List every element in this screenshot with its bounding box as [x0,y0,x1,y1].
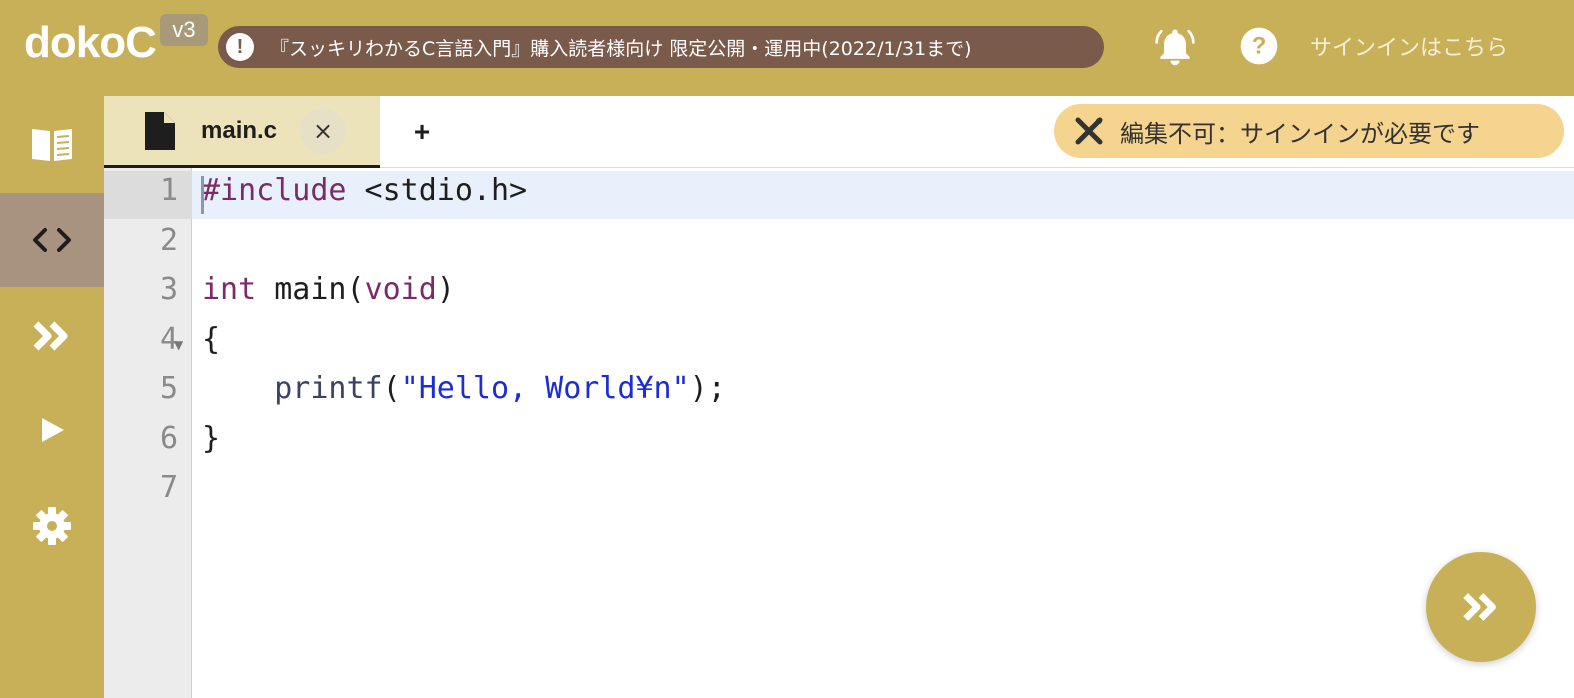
version-badge: v3 [160,14,208,46]
fold-marker-icon[interactable]: ▼ [174,338,183,352]
app-header: dokoC v3 ! 『スッキリわかるC言語入門』購入読者様向け 限定公開・運用… [0,0,1574,96]
gear-icon [33,507,71,545]
line-number: 6 [159,420,178,456]
code-editor[interactable]: 1 2 3 4 5 6 7 ▼ #include <stdio.h> int main(voi… [104,168,1574,698]
code-line: #include <stdio.h> [202,173,527,223]
code-token: int [202,272,257,307]
code-token: ( [382,371,401,406]
add-tab-button[interactable]: + [382,96,462,168]
sidebar-item-run[interactable] [0,383,104,477]
notice-banner[interactable]: ! 『スッキリわかるC言語入門』購入読者様向け 限定公開・運用中(2022/1/… [218,26,1104,68]
code-icon [33,228,71,252]
run-fab-button[interactable] [1426,552,1536,662]
tab-close-button[interactable]: × [300,108,346,154]
play-icon [42,418,64,442]
line-number: 4 [159,321,178,357]
bell-icon[interactable] [1153,24,1197,68]
readonly-badge: 編集不可：サインインが必要です [1054,104,1564,158]
signin-link[interactable]: サインインはこちら [1310,30,1508,62]
line-number: 2 [159,222,178,258]
sidebar-item-code[interactable] [0,193,104,287]
line-number: 5 [159,371,178,406]
tab-main-c[interactable]: main.c × [104,96,380,168]
notice-text: 『スッキリわかるC言語入門』購入読者様向け 限定公開・運用中(2022/1/31… [270,37,972,60]
file-icon [145,112,175,150]
line-number: 7 [159,470,178,505]
code-line: int main(void) [202,272,455,322]
readonly-text: 編集不可：サインインが必要です [1120,119,1480,148]
no-edit-icon [1075,117,1103,145]
app-logo[interactable]: dokoC [24,18,157,68]
alert-icon: ! [226,33,254,61]
tab-label: main.c [201,117,278,144]
code-token: ); [689,371,726,406]
code-line: } [202,421,220,471]
code-token: { [202,321,221,357]
code-line: { [202,322,220,372]
tab-bar: main.c × + 編集不可：サインインが必要です [104,96,1574,168]
code-token: main( [256,272,365,307]
book-icon [32,129,72,161]
code-token: } [202,420,221,456]
code-token: void [364,272,437,307]
sidebar-item-book[interactable] [0,96,104,190]
line-number: 3 [159,272,178,307]
code-token: printf [274,371,383,406]
double-chevron-icon [1463,593,1496,621]
code-token: <stdio.h> [346,173,528,208]
code-line: printf("Hello, World¥n"); [202,371,726,421]
help-icon[interactable]: ? [1237,24,1281,68]
code-token: #include [202,173,347,208]
sidebar-item-forward[interactable] [0,289,104,383]
code-token: ) [436,272,455,307]
sidebar [0,96,104,698]
sidebar-item-settings[interactable] [0,479,104,573]
double-chevron-icon [33,321,68,351]
code-token: "Hello, World¥n" [400,371,690,406]
text-cursor [201,176,204,214]
line-number: 1 [159,173,178,208]
svg-text:?: ? [1252,32,1267,59]
